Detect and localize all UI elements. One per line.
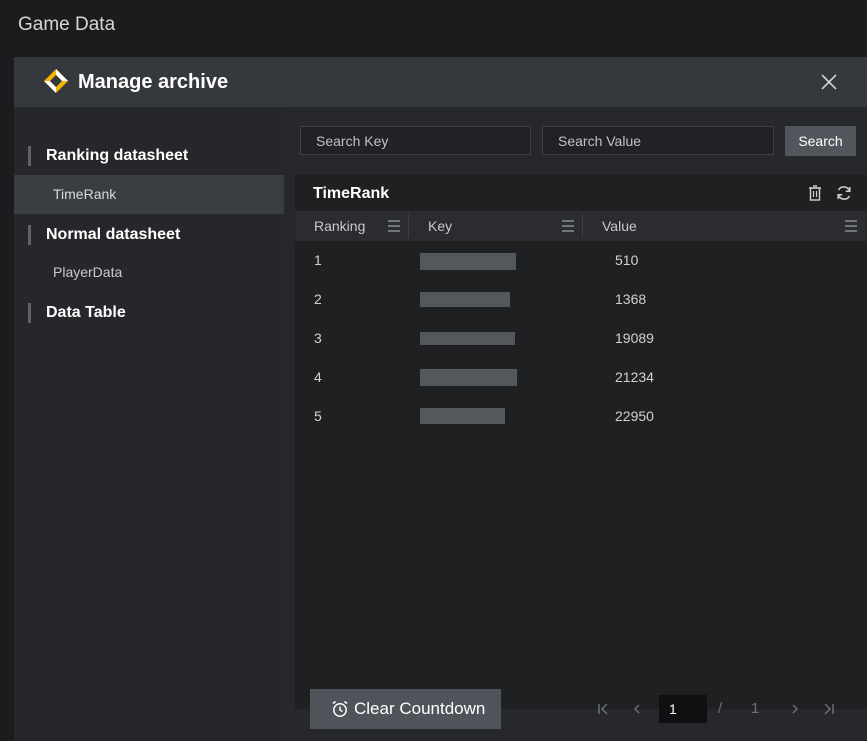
- key-column-menu-icon[interactable]: [560, 218, 576, 234]
- table-header: Ranking Key Value: [295, 211, 867, 241]
- redacted-key: [420, 369, 517, 386]
- table-row[interactable]: 2 1368: [295, 280, 867, 319]
- cell-value: 510: [615, 252, 639, 268]
- cell-value: 19089: [615, 330, 654, 346]
- column-separator: [408, 214, 409, 238]
- column-header-value[interactable]: Value: [602, 211, 637, 241]
- column-separator: [582, 214, 583, 238]
- column-header-ranking[interactable]: Ranking: [314, 211, 365, 241]
- total-pages: 1: [751, 700, 760, 717]
- search-button[interactable]: Search: [785, 126, 856, 156]
- modal-header: Manage archive: [14, 57, 867, 107]
- cell-ranking: 2: [314, 291, 322, 307]
- table-row[interactable]: 3 19089: [295, 319, 867, 358]
- search-value-input[interactable]: [542, 126, 774, 155]
- first-page-icon[interactable]: [595, 695, 613, 723]
- table-row[interactable]: 1 510: [295, 241, 867, 280]
- prev-page-icon[interactable]: [628, 695, 646, 723]
- redacted-key: [420, 253, 516, 270]
- close-icon[interactable]: [817, 70, 841, 94]
- sidebar-section-ranking: Ranking datasheet: [28, 146, 188, 166]
- modal-title: Manage archive: [78, 71, 229, 93]
- app-logo-icon: [44, 69, 68, 93]
- value-column-menu-icon[interactable]: [843, 218, 859, 234]
- ranking-column-menu-icon[interactable]: [386, 218, 402, 234]
- app-title: Game Data: [18, 14, 116, 35]
- search-key-input[interactable]: [300, 126, 531, 155]
- timerank-table: TimeRank Ranking Key Value 1 510 2 1368 …: [295, 175, 867, 709]
- redacted-key: [420, 408, 505, 424]
- redacted-key: [420, 332, 515, 345]
- clear-countdown-label: Clear Countdown: [354, 699, 486, 718]
- page-separator: /: [718, 700, 723, 717]
- table-row[interactable]: 4 21234: [295, 358, 867, 397]
- cell-ranking: 4: [314, 369, 322, 385]
- main-panel: Search TimeRank Ranking: [295, 107, 867, 741]
- next-page-icon[interactable]: [786, 695, 804, 723]
- delete-icon[interactable]: [806, 184, 824, 202]
- cell-value: 21234: [615, 369, 654, 385]
- cell-value: 22950: [615, 408, 654, 424]
- manage-archive-modal: Manage archive Ranking datasheet TimeRan…: [14, 57, 867, 741]
- alarm-clock-icon: [332, 700, 348, 717]
- table-title: TimeRank: [313, 185, 390, 202]
- clear-countdown-button[interactable]: Clear Countdown: [310, 689, 501, 729]
- cell-value: 1368: [615, 291, 647, 307]
- page-number-input[interactable]: [659, 695, 707, 723]
- column-header-key[interactable]: Key: [428, 211, 452, 241]
- cell-ranking: 1: [314, 252, 322, 268]
- redacted-key: [420, 292, 510, 307]
- sidebar-section-data-table[interactable]: Data Table: [28, 303, 126, 323]
- table-row[interactable]: 5 22950: [295, 397, 867, 436]
- sidebar-section-normal: Normal datasheet: [28, 225, 180, 245]
- sidebar-item-playerdata[interactable]: PlayerData: [14, 253, 284, 292]
- last-page-icon[interactable]: [819, 695, 837, 723]
- refresh-icon[interactable]: [835, 184, 853, 202]
- sidebar: Ranking datasheet TimeRank Normal datash…: [14, 107, 284, 741]
- cell-ranking: 5: [314, 408, 322, 424]
- sidebar-item-timerank[interactable]: TimeRank: [14, 175, 284, 214]
- cell-ranking: 3: [314, 330, 322, 346]
